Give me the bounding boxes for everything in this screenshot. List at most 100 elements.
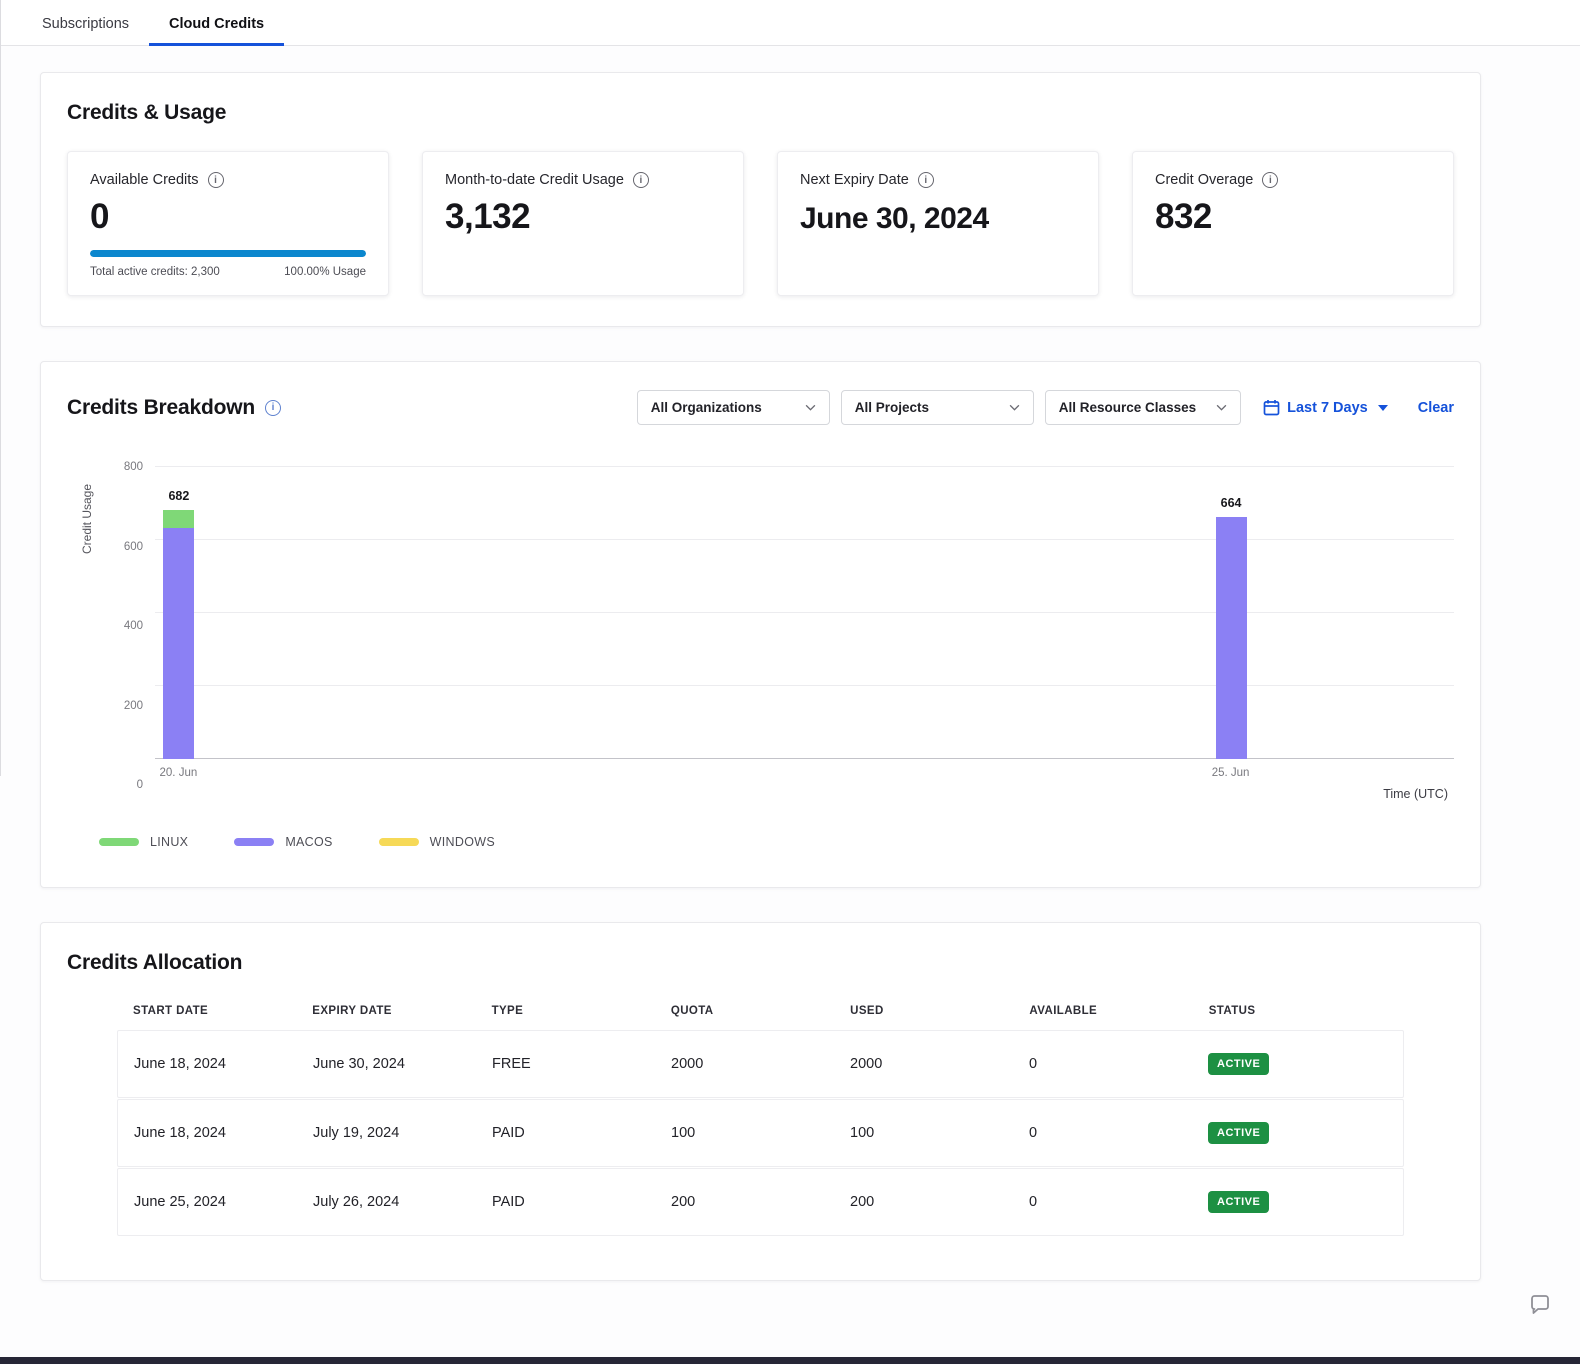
chart-x-ticks: 20. Jun 25. Jun [155,759,1454,785]
next-expiry-value: June 30, 2024 [800,202,1076,236]
chart-plot: 682 664 [155,467,1454,759]
cell-type: PAID [492,1125,671,1141]
cell-quota: 200 [671,1194,850,1210]
stat-card-row: Available Credits i 0 Total active credi… [67,151,1454,296]
cell-start-date: June 18, 2024 [134,1125,313,1141]
chart-legend: LINUX MACOS WINDOWS [99,835,1454,849]
date-range-label: Last 7 Days [1287,400,1368,416]
mtd-usage-value: 3,132 [445,197,721,237]
support-widget-icon[interactable] [1528,1293,1552,1322]
legend-swatch [99,838,139,846]
tab-subscriptions[interactable]: Subscriptions [22,3,149,46]
credits-usage-title: Credits & Usage [67,101,1454,125]
column-header: USED [850,1005,1029,1017]
sidebar-edge-divider [0,0,1,776]
status-badge: ACTIVE [1208,1191,1269,1213]
column-header: TYPE [492,1005,671,1017]
cell-available: 0 [1029,1056,1208,1072]
cell-status: ACTIVE [1208,1122,1387,1144]
credits-usage-section: Credits & Usage Available Credits i 0 To… [40,72,1481,327]
status-badge: ACTIVE [1208,1053,1269,1075]
caret-down-icon [1378,405,1388,411]
total-active-credits-label: Total active credits: 2,300 [90,266,220,278]
info-icon[interactable]: i [265,400,281,416]
info-icon[interactable]: i [633,172,649,188]
cell-type: FREE [492,1056,671,1072]
cell-quota: 2000 [671,1056,850,1072]
credit-overage-value: 832 [1155,197,1431,237]
status-badge: ACTIVE [1208,1122,1269,1144]
y-axis-label: Credit Usage [80,484,94,554]
chart-bar[interactable]: 682 [163,510,194,759]
window-bottom-edge [0,1357,1580,1364]
allocation-table: START DATEEXPIRY DATETYPEQUOTAUSEDAVAILA… [117,1005,1404,1236]
macos-bar-segment [1216,517,1247,759]
gridline [155,466,1454,467]
cell-type: PAID [492,1194,671,1210]
clear-filters-link[interactable]: Clear [1418,400,1454,416]
legend-label: LINUX [150,835,188,849]
breakdown-filters: All Organizations All Projects All Resou… [626,390,1454,425]
gridline [155,612,1454,613]
credits-allocation-section: Credits Allocation START DATEEXPIRY DATE… [40,922,1481,1281]
x-tick-label: 25. Jun [1212,767,1250,779]
chart-bar[interactable]: 664 [1216,517,1247,759]
table-row: June 18, 2024July 19, 2024PAID1001000ACT… [117,1099,1404,1167]
y-tick-label: 800 [124,461,143,473]
credit-overage-label: Credit Overage [1155,172,1253,188]
organizations-select[interactable]: All Organizations [637,390,830,425]
info-icon[interactable]: i [1262,172,1278,188]
tab-cloud-credits[interactable]: Cloud Credits [149,3,284,46]
legend-swatch [234,838,274,846]
cell-status: ACTIVE [1208,1191,1387,1213]
linux-bar-segment [163,510,194,528]
x-tick-label: 20. Jun [160,767,198,779]
table-row: June 25, 2024July 26, 2024PAID2002000ACT… [117,1168,1404,1236]
allocation-table-body: June 18, 2024June 30, 2024FREE200020000A… [117,1030,1404,1236]
date-range-button[interactable]: Last 7 Days [1263,399,1388,416]
bar-value-label: 682 [168,489,189,503]
bar-value-label: 664 [1221,496,1242,510]
legend-item-windows[interactable]: WINDOWS [379,835,495,849]
legend-item-macos[interactable]: MACOS [234,835,332,849]
table-row: June 18, 2024June 30, 2024FREE200020000A… [117,1030,1404,1098]
legend-item-linux[interactable]: LINUX [99,835,188,849]
credit-overage-card: Credit Overage i 832 [1132,151,1454,296]
credits-breakdown-section: Credits Breakdown i All Organizations Al… [40,361,1481,888]
credits-breakdown-title: Credits Breakdown [67,396,255,420]
y-tick-label: 0 [137,779,143,791]
cell-used: 2000 [850,1056,1029,1072]
chevron-down-icon [1216,404,1227,411]
available-credits-label: Available Credits [90,172,199,188]
projects-select-value: All Projects [855,400,929,415]
column-header: START DATE [133,1005,312,1017]
cell-start-date: June 25, 2024 [134,1194,313,1210]
column-header: EXPIRY DATE [312,1005,491,1017]
mtd-usage-label: Month-to-date Credit Usage [445,172,624,188]
cell-used: 100 [850,1125,1029,1141]
main-content: Credits & Usage Available Credits i 0 To… [0,46,1580,1365]
next-expiry-label: Next Expiry Date [800,172,909,188]
cell-expiry-date: June 30, 2024 [313,1056,492,1072]
resource-classes-select[interactable]: All Resource Classes [1045,390,1241,425]
column-header: AVAILABLE [1029,1005,1208,1017]
credits-allocation-title: Credits Allocation [67,951,1454,975]
column-header: QUOTA [671,1005,850,1017]
allocation-table-header: START DATEEXPIRY DATETYPEQUOTAUSEDAVAILA… [117,1005,1404,1030]
info-icon[interactable]: i [918,172,934,188]
mtd-usage-card: Month-to-date Credit Usage i 3,132 [422,151,744,296]
info-icon[interactable]: i [208,172,224,188]
cell-available: 0 [1029,1194,1208,1210]
projects-select[interactable]: All Projects [841,390,1034,425]
chevron-down-icon [1009,404,1020,411]
cell-status: ACTIVE [1208,1053,1387,1075]
cell-available: 0 [1029,1125,1208,1141]
legend-label: MACOS [285,835,332,849]
usage-percent-label: 100.00% Usage [284,266,366,278]
cell-expiry-date: July 19, 2024 [313,1125,492,1141]
legend-label: WINDOWS [430,835,495,849]
gridline [155,539,1454,540]
chart-y-ticks: 0200400600800 [107,467,155,785]
macos-bar-segment [163,528,194,759]
chevron-down-icon [805,404,816,411]
